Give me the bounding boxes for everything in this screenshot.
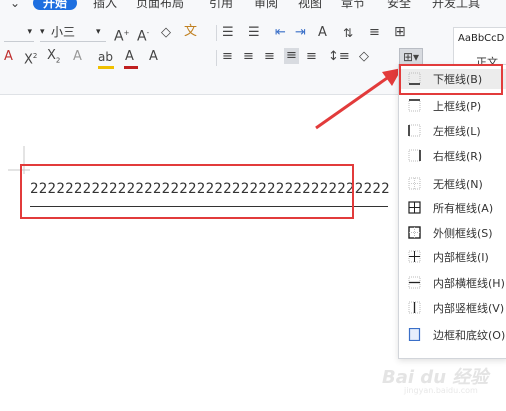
inside-horizontal-border-icon <box>408 276 421 289</box>
align-left-icon[interactable]: ≡ <box>222 49 233 65</box>
border-menu-item-label: 内部框线(I) <box>433 251 489 264</box>
align-center-icon[interactable]: ≡ <box>243 49 254 65</box>
annotation-highlight-text <box>20 164 354 219</box>
highlight-icon[interactable]: ab <box>98 49 113 65</box>
border-menu-item-inside-vertical-border[interactable]: 内部竖框线(V) <box>399 298 506 318</box>
border-menu-item-no-border[interactable]: 无框线(N) <box>399 174 506 194</box>
border-menu-item-right-border[interactable]: 右框线(R) <box>399 146 506 166</box>
shrink-font-icon[interactable]: A- <box>137 25 149 45</box>
character-shading-icon[interactable]: A <box>149 49 158 65</box>
left-border-icon <box>408 124 421 137</box>
increase-indent-icon[interactable]: ⇥ <box>295 25 306 41</box>
bullet-list-icon[interactable]: ☰ <box>222 25 234 41</box>
divider <box>216 25 217 41</box>
border-menu-item-label: 右框线(R) <box>433 150 483 163</box>
border-menu-item-label: 上框线(P) <box>433 100 482 113</box>
superscript-icon[interactable]: X2 <box>24 48 37 68</box>
border-menu-item-inside-horizontal-border[interactable]: 内部横框线(H) <box>399 273 506 293</box>
character-scale-icon[interactable]: A <box>318 25 327 41</box>
highlight-color-bar <box>98 66 114 69</box>
top-border-icon <box>408 99 421 112</box>
tab-page-layout[interactable]: 页面布局 <box>136 0 184 10</box>
font-color-icon[interactable]: A <box>125 49 134 65</box>
border-menu-item-borders-and-shading[interactable]: 边框和底纹(O)... <box>399 325 506 345</box>
numbered-list-icon[interactable]: ☰ <box>248 25 260 41</box>
inside-borders-icon <box>408 250 421 263</box>
border-menu-item-label: 内部竖框线(V) <box>433 302 505 315</box>
tab-references[interactable]: 引用 <box>209 0 233 10</box>
borders-and-shading-icon <box>408 328 421 341</box>
paragraph-spacing-icon[interactable]: ≡ <box>369 25 380 41</box>
font-name-combo[interactable]: ▾ <box>4 24 34 42</box>
border-menu-item-inside-borders[interactable]: 内部框线(I) <box>399 247 506 267</box>
align-right-icon[interactable]: ≡ <box>264 49 275 65</box>
border-menu-item-label: 左框线(L) <box>433 125 481 138</box>
right-border-icon <box>408 149 421 162</box>
annotation-arrow <box>315 68 402 130</box>
tab-security[interactable]: 安全 <box>387 0 411 10</box>
justify-icon[interactable]: ≡ <box>284 48 299 64</box>
ribbon-tabs: ⌄ 开始 插入 页面布局 引用 审阅 视图 章节 安全 开发工具 <box>0 0 506 14</box>
tab-insert[interactable]: 插入 <box>93 0 117 10</box>
border-menu-item-label: 所有框线(A) <box>433 202 494 215</box>
decrease-indent-icon[interactable]: ⇤ <box>275 25 286 41</box>
ribbon-collapse-chevron-icon[interactable]: ⌄ <box>10 0 20 10</box>
table-icon[interactable]: ⊞ <box>394 24 406 40</box>
chevron-down-icon[interactable]: ▾ <box>96 24 108 41</box>
borders-dropdown-menu: 下框线(B) 上框线(P) 左框线(L) 右框线(R) 无框线(N) 所有框线(A) 外侧框… <box>398 64 506 359</box>
border-menu-item-all-borders[interactable]: 所有框线(A) <box>399 198 506 218</box>
font-size-value: 小三 <box>51 25 76 39</box>
inside-vertical-border-icon <box>408 301 421 314</box>
no-border-icon <box>408 177 421 190</box>
subscript-icon[interactable]: X2 <box>47 48 60 69</box>
watermark-url: jingyan.baidu.com <box>404 386 478 395</box>
text-effect-icon[interactable]: A <box>4 49 13 65</box>
border-menu-item-outside-borders[interactable]: 外侧框线(S) <box>399 223 506 243</box>
style-sample-text: AaBbCcD <box>458 33 505 44</box>
tab-review[interactable]: 审阅 <box>254 0 278 10</box>
divider <box>216 50 217 66</box>
tab-home[interactable]: 开始 <box>33 0 78 10</box>
border-menu-item-top-border[interactable]: 上框线(P) <box>399 96 506 116</box>
tab-chapter[interactable]: 章节 <box>341 0 365 10</box>
border-menu-item-label: 内部横框线(H) <box>433 277 505 290</box>
chevron-down-icon: ▾ <box>27 27 32 37</box>
border-menu-item-label: 无框线(N) <box>433 178 483 191</box>
all-borders-icon <box>408 201 421 214</box>
outside-borders-icon <box>408 226 421 239</box>
font-color-bar <box>124 66 138 69</box>
phonetic-guide-icon[interactable]: 文 <box>184 24 197 40</box>
text-outline-icon[interactable]: A <box>73 49 82 65</box>
border-menu-item-label: 边框和底纹(O)... <box>433 329 506 342</box>
chevron-down-icon: ▾ <box>40 27 45 37</box>
tab-view[interactable]: 视图 <box>298 0 322 10</box>
sort-icon[interactable]: ⇅ <box>343 25 353 41</box>
border-menu-item-label: 外侧框线(S) <box>433 227 493 240</box>
tab-developer[interactable]: 开发工具 <box>432 0 480 10</box>
border-menu-item-left-border[interactable]: 左框线(L) <box>399 121 506 141</box>
annotation-highlight-menu-item <box>399 64 503 95</box>
clear-format-icon[interactable]: ◇ <box>161 25 171 41</box>
grow-font-icon[interactable]: A+ <box>114 25 129 45</box>
